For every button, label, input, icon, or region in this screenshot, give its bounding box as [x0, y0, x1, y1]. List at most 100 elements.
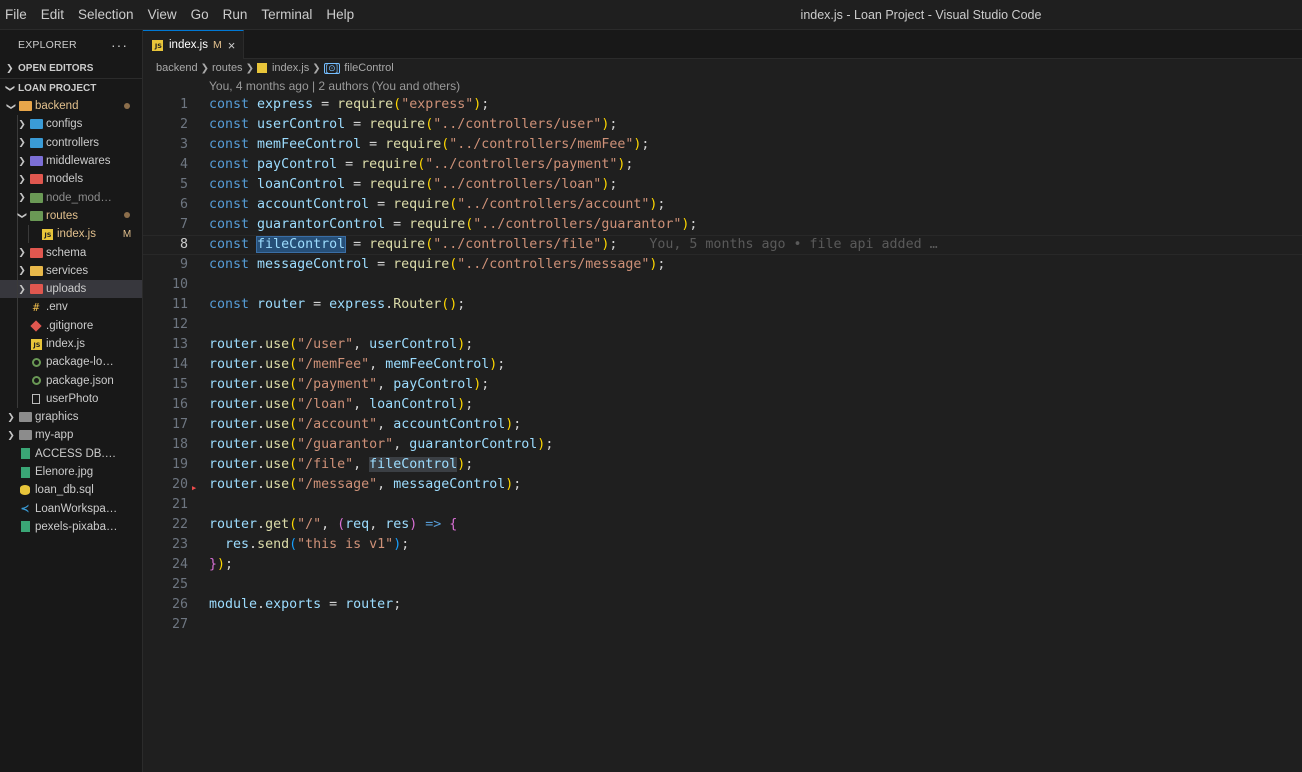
code-token: )	[393, 537, 402, 552]
code-line[interactable]: 23 res.send("this is v1");	[143, 535, 1302, 555]
tree-folder[interactable]: ❯ controllers	[0, 133, 142, 152]
tree-item-label: backend	[35, 100, 79, 113]
code-line[interactable]: 12	[143, 315, 1302, 335]
tree-folder[interactable]: ❯ models	[0, 170, 142, 189]
code-line[interactable]: 17 router.use("/account", accountControl)…	[143, 415, 1302, 435]
code-line[interactable]: 18 router.use("/guarantor", guarantorCont…	[143, 435, 1302, 455]
explorer-header: EXPLORER ···	[0, 30, 142, 59]
code-line[interactable]: 1 const express = require("express");	[143, 95, 1302, 115]
tree-item-label: routes	[46, 209, 78, 222]
tree-item-label: schema	[46, 246, 87, 259]
code-line[interactable]: 25	[143, 575, 1302, 595]
breadcrumb-symbol[interactable]: fileControl	[344, 62, 394, 74]
chevron-right-icon: ❯	[18, 173, 26, 184]
tree-folder[interactable]: ❯ schema	[0, 243, 142, 262]
code-token: use	[265, 477, 290, 492]
tree-folder[interactable]: ❯ services	[0, 261, 142, 280]
loan-project-section[interactable]: ❯ LOAN PROJECT	[0, 78, 142, 97]
code-line[interactable]: 14 router.use("/memFee", memFeeControl);	[143, 355, 1302, 375]
line-content: router.get("/", (req, res) => {	[209, 515, 457, 535]
code-line[interactable]: 4 const payControl = require("../controll…	[143, 155, 1302, 175]
code-token: .	[257, 457, 266, 472]
tree-file[interactable]: package-lock.json	[0, 353, 142, 372]
tree-folder[interactable]: ❯ uploads	[0, 279, 142, 299]
tree-folder[interactable]: ❯ configs	[0, 115, 142, 134]
code-token: (	[289, 337, 298, 352]
code-token: require	[369, 177, 426, 192]
code-token: const	[209, 297, 258, 312]
code-line[interactable]: 15 router.use("/payment", payControl);	[143, 375, 1302, 395]
code-token: "express"	[401, 97, 474, 112]
breadcrumb-backend[interactable]: backend	[156, 62, 198, 74]
code-line[interactable]: 3 const memFeeControl = require("../contr…	[143, 135, 1302, 155]
code-line[interactable]: 11 const router = express.Router();	[143, 295, 1302, 315]
code-token: =	[337, 157, 362, 172]
tree-folder[interactable]: ❯ my-app	[0, 426, 142, 444]
code-token: ;	[465, 457, 474, 472]
tree-file[interactable]: JS index.js M	[0, 225, 142, 244]
javascript-file-icon	[256, 63, 267, 73]
tree-file[interactable]: ACCESS DB.JPG	[0, 445, 142, 463]
code-token: (	[289, 537, 298, 552]
more-actions-icon[interactable]: ···	[111, 37, 128, 53]
tree-file[interactable]: Elenore.jpg	[0, 463, 142, 481]
code-token: "/account"	[297, 417, 378, 432]
code-token: =	[345, 237, 370, 252]
line-content: const userControl = require("../controll…	[209, 115, 617, 135]
variable-symbol-icon: [⊙]	[323, 62, 341, 74]
code-line[interactable]: 21	[143, 495, 1302, 515]
code-token: ()	[441, 297, 458, 312]
tree-folder[interactable]: ❯ node_modules	[0, 188, 142, 207]
code-line[interactable]: 9 const messageControl = require("../cont…	[143, 255, 1302, 275]
close-icon[interactable]: ×	[228, 38, 236, 53]
code-line[interactable]: 20 ▶ router.use("/message", messageControl…	[143, 475, 1302, 495]
tree-file[interactable]: package.json	[0, 371, 142, 390]
tree-file[interactable]: loan_db.sql	[0, 481, 142, 499]
code-line[interactable]: 8 const fileControl = require("../control…	[143, 235, 1302, 255]
code-line[interactable]: 6 const accountControl = require("../cont…	[143, 195, 1302, 215]
code-line[interactable]: 19 router.use("/file", fileControl);	[143, 455, 1302, 475]
tree-file[interactable]: JS index.js	[0, 334, 142, 354]
code-line[interactable]: 13 router.use("/user", userControl);	[143, 335, 1302, 355]
code-line[interactable]: 7 const guarantorControl = require("../co…	[143, 215, 1302, 235]
breadcrumb-file[interactable]: index.js	[272, 62, 309, 74]
line-number: 25	[171, 577, 188, 592]
code-token: .	[257, 437, 266, 452]
code-line[interactable]: 5 const loanControl = require("../control…	[143, 175, 1302, 195]
tree-file[interactable]: # .env	[0, 298, 142, 317]
tree-folder[interactable]: ❯ graphics	[0, 408, 142, 426]
line-content: router.use("/user", userControl);	[209, 335, 473, 355]
code-editor[interactable]: 1 const express = require("express"); 2 con…	[143, 95, 1302, 635]
code-line[interactable]: 26 module.exports = router;	[143, 595, 1302, 615]
tree-folder[interactable]: ❯ middlewares	[0, 151, 142, 171]
tree-file[interactable]: .gitignore	[0, 316, 142, 335]
tree-file[interactable]: pexels-pixabay-2...	[0, 518, 142, 536]
code-token: (	[289, 517, 298, 532]
code-line[interactable]: 22 router.get("/", (req, res) => {	[143, 515, 1302, 535]
code-line[interactable]: 16 router.use("/loan", loanControl);	[143, 395, 1302, 415]
code-token: router	[209, 437, 258, 452]
tree-folder[interactable]: ❯ backend	[0, 97, 142, 115]
line-content: router.use("/memFee", memFeeControl);	[209, 355, 505, 375]
code-line[interactable]: 10	[143, 275, 1302, 295]
open-editors-section[interactable]: ❯ OPEN EDITORS	[0, 59, 142, 78]
tab-index-js[interactable]: JS index.js M ×	[143, 30, 245, 59]
code-line[interactable]: 27	[143, 615, 1302, 635]
code-token: ;	[481, 377, 490, 392]
tree-item-label: Elenore.jpg	[35, 466, 94, 479]
tree-file[interactable]: userPhoto	[0, 389, 142, 409]
code-line[interactable]: 24});	[143, 555, 1302, 575]
tree-file[interactable]: ≺ LoanWorkspace.c...	[0, 500, 142, 518]
codelens-authors[interactable]: You, 4 months ago | 2 authors (You and o…	[209, 79, 460, 93]
deleted-lines-marker-icon[interactable]: ▶	[192, 485, 196, 492]
code-token: =	[345, 177, 370, 192]
npm-file-icon	[29, 375, 43, 387]
breadcrumb-routes[interactable]: routes	[212, 62, 243, 74]
tree-folder[interactable]: ❯ routes	[0, 206, 142, 226]
line-content: const fileControl = require("../controll…	[209, 235, 938, 255]
code-line[interactable]: 2 const userControl = require("../control…	[143, 115, 1302, 135]
code-token: use	[265, 457, 290, 472]
code-token: (	[425, 117, 434, 132]
npm-file-icon	[29, 356, 43, 368]
